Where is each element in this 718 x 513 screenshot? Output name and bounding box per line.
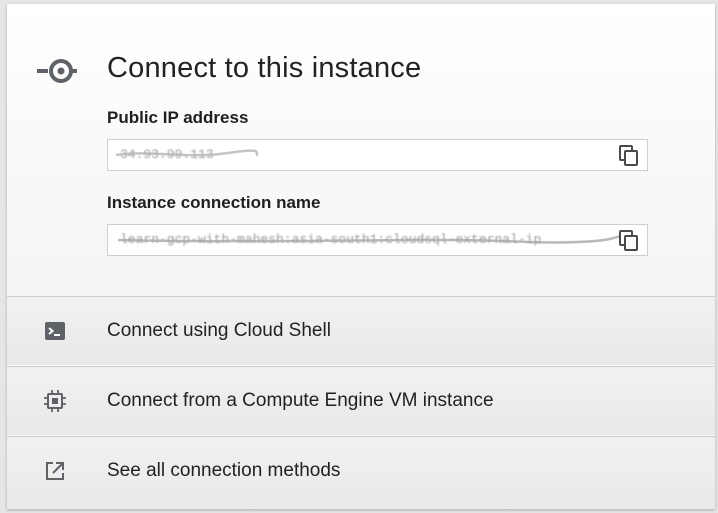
copy-icon[interactable]: [619, 230, 639, 252]
instance-connection-name-value[interactable]: learn-gcp-with-mahesh:asia-south1:clouds…: [120, 232, 541, 247]
connection-details-section: Connect to this instance Public IP addre…: [7, 4, 715, 296]
option-label: Connect from a Compute Engine VM instanc…: [107, 390, 494, 411]
connect-card: Connect to this instance Public IP addre…: [7, 4, 715, 509]
option-label: See all connection methods: [107, 460, 341, 481]
instance-connection-name-label: Instance connection name: [107, 193, 321, 212]
copy-icon[interactable]: [619, 145, 639, 167]
option-label: Connect using Cloud Shell: [107, 320, 331, 341]
public-ip-value[interactable]: 34.93.99.113: [120, 147, 214, 162]
option-compute-engine-vm[interactable]: Connect from a Compute Engine VM instanc…: [7, 366, 715, 435]
cloud-shell-icon: [45, 322, 65, 340]
instance-connection-name-field[interactable]: learn-gcp-with-mahesh:asia-south1:clouds…: [107, 224, 648, 256]
chip-icon: [44, 390, 66, 412]
option-all-connection-methods[interactable]: See all connection methods: [7, 436, 715, 509]
connect-plug-icon: [37, 59, 77, 83]
open-in-new-icon: [46, 462, 64, 480]
page-title: Connect to this instance: [107, 52, 422, 84]
public-ip-field[interactable]: 34.93.99.113: [107, 139, 648, 171]
public-ip-label: Public IP address: [107, 108, 249, 127]
option-cloud-shell[interactable]: Connect using Cloud Shell: [7, 296, 715, 365]
